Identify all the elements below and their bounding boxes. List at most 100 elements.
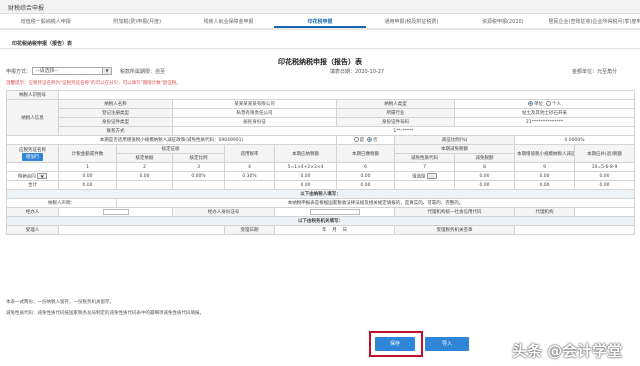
- app-title: 财税综合申报: [8, 5, 45, 12]
- import-button[interactable]: 导入: [425, 337, 469, 351]
- taxpayer-name-label: 纳税人名称: [58, 99, 173, 109]
- tax-period-label: 税款所属期限：自至: [120, 69, 166, 75]
- stamp-duty-table: 纳税人识别号 纳税人信息 纳税人名称 某某某某某有限公司 纳税人类型 单位 个人…: [6, 90, 635, 235]
- agent-input[interactable]: [574, 207, 635, 217]
- reg-type-label: 登记注册类型: [58, 108, 173, 118]
- tab-resource-tax[interactable]: 资源税申报(2020): [457, 14, 548, 28]
- tab-stamp-duty[interactable]: 印花税申报: [274, 14, 366, 28]
- fill-date: 填表日期：2020-10-27: [330, 69, 385, 75]
- ellipsis-icon[interactable]: …: [426, 172, 437, 179]
- taxpayer-id-label: 纳税人识别号: [6, 90, 59, 100]
- tab-vat[interactable]: 增值税一般纳税人申报: [0, 14, 91, 28]
- seal-label: 受理税务机关签章: [394, 225, 515, 235]
- taxpayer-name-value: 某某某某某有限公司: [172, 99, 337, 109]
- ratio-input[interactable]: 0.00%: [172, 171, 225, 181]
- index-cell: 9: [514, 162, 575, 172]
- voucher-label: 应税凭证名称: [19, 147, 46, 153]
- small-scale-radios: 是 否: [336, 135, 395, 145]
- voucher-select[interactable]: 购销合同 ▼: [6, 171, 59, 181]
- total-payable: 0.00: [274, 180, 337, 190]
- tab-surcharge[interactable]: 附加税(费)申报(月度): [91, 14, 182, 28]
- basis-input[interactable]: 0.00: [116, 171, 173, 181]
- total-label: 合计: [6, 180, 59, 190]
- id-type-label: 身份证件类型: [58, 117, 173, 127]
- handler-field[interactable]: [102, 208, 129, 215]
- receive-date-value: 年 月 日: [274, 225, 395, 235]
- section-tax-office: 以下由税务机关填写：: [6, 216, 635, 226]
- radio-unit[interactable]: [528, 101, 534, 106]
- receiver-label: 受理人: [6, 225, 59, 235]
- radio-yes-label: 是: [359, 138, 365, 143]
- reduce-ratio-value: 0.0000%: [514, 135, 635, 145]
- receive-date-label: 受理日期: [224, 225, 275, 235]
- year-label: 年: [322, 228, 327, 233]
- select-value: --请选择--: [36, 68, 59, 74]
- index-cell: 6: [336, 162, 395, 172]
- index-cell: 3: [172, 162, 225, 172]
- divider: [0, 48, 640, 49]
- small-scale-question: 本期是否适用增值税小规模纳税人减征政策(减免性质代码：09049901): [6, 135, 337, 145]
- agent-label: 代理机构: [514, 207, 575, 217]
- paid-input[interactable]: 0.00: [336, 171, 395, 181]
- empty-cell: [394, 180, 455, 190]
- handler-id-input[interactable]: [274, 207, 395, 217]
- col-reduction: 本期减免税额: [394, 144, 515, 154]
- radio-no[interactable]: [366, 137, 372, 142]
- col-reduce-amount: 减免税额: [454, 153, 515, 163]
- empty-cell: [172, 180, 225, 190]
- total-paid: 0.00: [336, 180, 395, 190]
- voucher-name: 购销合同: [17, 174, 36, 180]
- add-row-button[interactable]: 增加行: [21, 152, 44, 161]
- table-row: 购销合同 ▼ 0.00 0.00 0.00% 0.30% 0.00 0.00 请…: [6, 171, 635, 181]
- watermark: 头条 @会计学堂: [512, 342, 623, 360]
- chevron-down-icon[interactable]: ▼: [37, 172, 48, 179]
- receiver-value: [58, 225, 225, 235]
- col-reduce-code: 减免性质代码: [394, 153, 455, 163]
- col-small-scale: 本期增值税小规模纳税人减征额: [514, 144, 575, 163]
- radio-person[interactable]: [545, 101, 551, 106]
- tax-tabs: 增值税一般纳税人申报 附加税(费)申报(月度) 残疾人就业保障金申报 印花税申报…: [0, 14, 640, 30]
- index-cell: 7: [394, 162, 455, 172]
- tab-disability[interactable]: 残疾人就业保障金申报: [183, 14, 274, 28]
- declare-method-label: 申报方式：: [6, 69, 32, 75]
- tab-income-tax[interactable]: 居民企业(查账征收)企业所得税月(季)度申报: [549, 14, 640, 28]
- col-rate: 适用税率: [224, 144, 275, 163]
- amount-input[interactable]: 0.00: [58, 171, 117, 181]
- handler-input[interactable]: [58, 207, 173, 217]
- radio-yes[interactable]: [353, 137, 359, 142]
- radio-person-label: 个人: [551, 102, 561, 107]
- tab-general[interactable]: 通用申报(税及附征税费): [366, 14, 457, 28]
- col-paid: 本期已缴税额: [336, 144, 395, 163]
- amount-unit: 金额单位：元至角分: [572, 69, 618, 75]
- taxpayer-info-label: 纳税人信息: [6, 99, 59, 136]
- empty-cell: [116, 180, 173, 190]
- index-cell: 5=1×4+2×3×4: [274, 162, 337, 172]
- total-small-scale: 0.00: [514, 180, 575, 190]
- refund-value: 0.00: [574, 171, 635, 181]
- reduce-code-value: 请选择: [412, 174, 426, 180]
- index-cell: 4: [224, 162, 275, 172]
- save-highlight-box: [369, 331, 423, 357]
- index-cell: 2: [116, 162, 173, 172]
- index-cell: 1: [58, 162, 117, 172]
- radio-no-label: 否: [372, 138, 378, 143]
- handler-label: 经办人: [6, 207, 59, 217]
- id-number-label: 身份证件号码: [336, 117, 455, 127]
- empty-cell: [224, 180, 275, 190]
- col-verified: 核定征收: [116, 144, 225, 154]
- col-ratio: 核定比例: [172, 153, 225, 163]
- rate-value: 0.30%: [224, 171, 275, 181]
- index-cell: 10=5-6-8-9: [574, 162, 635, 172]
- handler-id-field[interactable]: [309, 208, 360, 215]
- reg-type-value: 私营有限责任公司: [172, 108, 337, 118]
- table-row-total: 合计 0.00 0.00 0.00 0.00 0.00 0.00: [6, 180, 635, 190]
- declare-label: 纳税人声明：: [6, 198, 117, 208]
- form-title: 印花税纳税申报（报告）表: [278, 58, 362, 66]
- col-amount: 计税金额或件数: [58, 144, 117, 163]
- declare-method-select[interactable]: --请选择-- ▼: [32, 67, 112, 75]
- form-subheading: 印花税纳税申报（报告）表: [12, 41, 73, 47]
- reduce-code-select[interactable]: 请选择 …: [394, 171, 455, 181]
- taxpayer-id-value: [58, 90, 635, 100]
- total-reduce: 0.00: [454, 180, 515, 190]
- small-scale-value: 0.00: [514, 171, 575, 181]
